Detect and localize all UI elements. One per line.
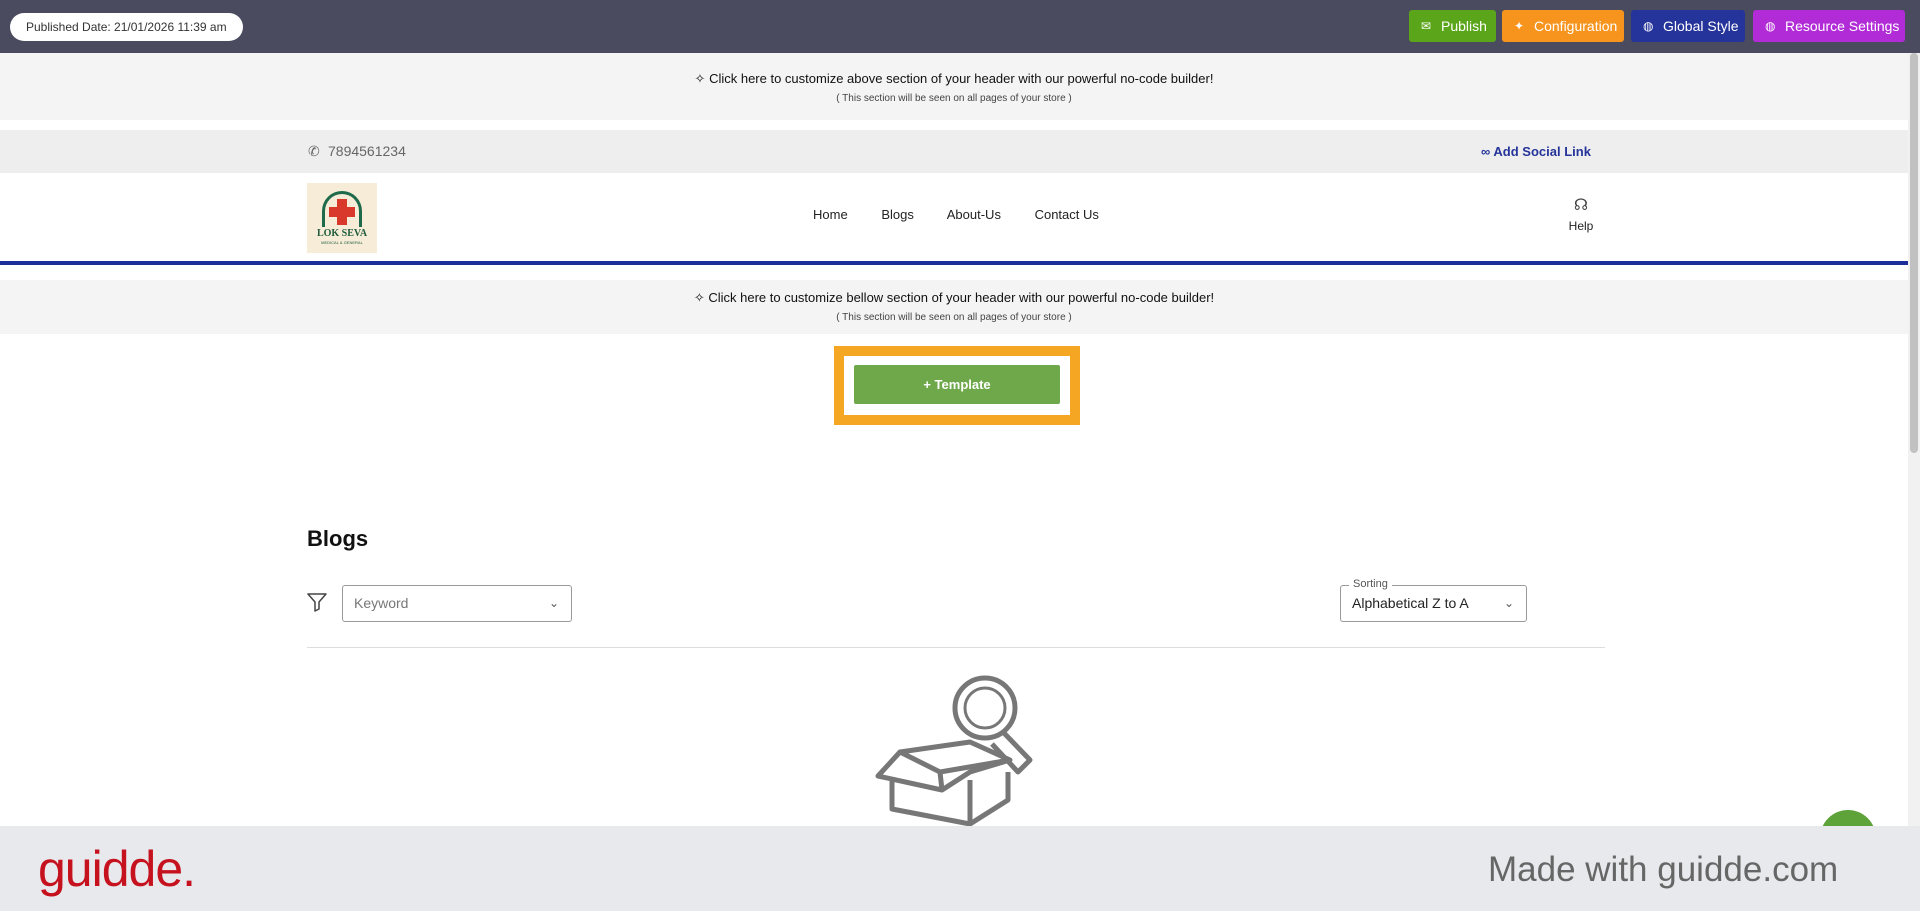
publish-button[interactable]: ✉ Publish (1409, 10, 1496, 42)
divider (307, 647, 1605, 648)
guidde-footer: guidde. Made with guidde.com (0, 826, 1920, 911)
main-navigation: LOK SEVA MEDICAL & GENERAL Home Blogs Ab… (0, 173, 1908, 265)
scrollbar-thumb[interactable] (1910, 53, 1918, 453)
link-icon: ∞ (1481, 144, 1491, 159)
headset-icon: ☊ (1573, 197, 1589, 214)
keyword-select[interactable]: Keyword ⌄ (342, 585, 572, 622)
published-date-badge: Published Date: 21/01/2026 11:39 am (10, 13, 243, 41)
resource-settings-label: Resource Settings (1785, 18, 1900, 34)
made-with-text: Made with guidde.com (1488, 850, 1839, 889)
blogs-heading: Blogs (307, 526, 369, 551)
header-bottom-customize-text: ✧ Click here to customize bellow section… (693, 290, 1215, 305)
scrollbar[interactable] (1908, 53, 1920, 826)
nav-links: Home Blogs About-Us Contact Us (813, 207, 1129, 222)
add-social-link-label: Add Social Link (1493, 144, 1591, 159)
global-style-label: Global Style (1663, 18, 1739, 34)
header-bottom-text: Click here to customize bellow section o… (708, 290, 1215, 305)
globe-icon: ◍ (1643, 19, 1654, 33)
header-bottom-customize-section[interactable]: ✧ Click here to customize bellow section… (0, 280, 1908, 334)
sorting-value: Alphabetical Z to A (1352, 595, 1469, 611)
chevron-down-icon: ⌄ (1503, 596, 1514, 610)
contact-bar: ✆ 7894561234 ∞ Add Social Link (0, 130, 1908, 173)
sorting-label: Sorting (1349, 577, 1392, 591)
sorting-select[interactable]: Sorting Alphabetical Z to A ⌄ (1340, 577, 1527, 622)
nav-link-blogs[interactable]: Blogs (881, 207, 914, 222)
filter-icon[interactable] (307, 592, 327, 612)
empty-box-search-icon (875, 675, 1033, 827)
sparkle-icon: ✦ (1514, 19, 1525, 33)
nav-link-contact-us[interactable]: Contact Us (1035, 207, 1099, 222)
phone-icon: ✆ (308, 143, 320, 159)
global-style-button[interactable]: ◍ Global Style (1631, 10, 1745, 42)
help-label: Help (1568, 219, 1594, 233)
configuration-label: Configuration (1534, 18, 1618, 34)
nav-link-home[interactable]: Home (813, 207, 848, 222)
globe-icon: ◍ (1765, 19, 1776, 33)
store-logo[interactable]: LOK SEVA MEDICAL & GENERAL (307, 183, 377, 253)
logo-cross-bar (329, 207, 355, 217)
template-highlight: + Template (834, 346, 1080, 425)
header-top-note: ( This section will be seen on all pages… (836, 93, 1072, 104)
header-top-customize-section[interactable]: ✧ Click here to customize above section … (0, 53, 1908, 120)
header-top-text: Click here to customize above section of… (709, 71, 1214, 86)
header-top-customize-text: ✧ Click here to customize above section … (694, 71, 1214, 86)
nav-link-about-us[interactable]: About-Us (947, 207, 1001, 222)
keyword-placeholder: Keyword (354, 595, 409, 611)
guidde-logo: guidde. (38, 841, 196, 897)
add-social-link[interactable]: ∞ Add Social Link (1481, 144, 1591, 159)
megaphone-icon: ✉ (1421, 19, 1432, 33)
logo-subtext: MEDICAL & GENERAL (321, 240, 363, 245)
logo-text: LOK SEVA (316, 228, 368, 239)
header-bottom-note: ( This section will be seen on all pages… (836, 312, 1072, 323)
phone-text: 7894561234 (328, 143, 406, 159)
resource-settings-button[interactable]: ◍ Resource Settings (1753, 10, 1905, 42)
chevron-down-icon: ⌄ (548, 596, 559, 610)
add-template-button[interactable]: + Template (854, 365, 1060, 404)
help-button[interactable]: ☊ Help (1566, 195, 1596, 233)
publish-label: Publish (1441, 18, 1487, 34)
configuration-button[interactable]: ✦ Configuration (1502, 10, 1624, 42)
phone-number: ✆ 7894561234 (308, 143, 406, 160)
top-toolbar: Published Date: 21/01/2026 11:39 am ✉ Pu… (0, 0, 1920, 53)
